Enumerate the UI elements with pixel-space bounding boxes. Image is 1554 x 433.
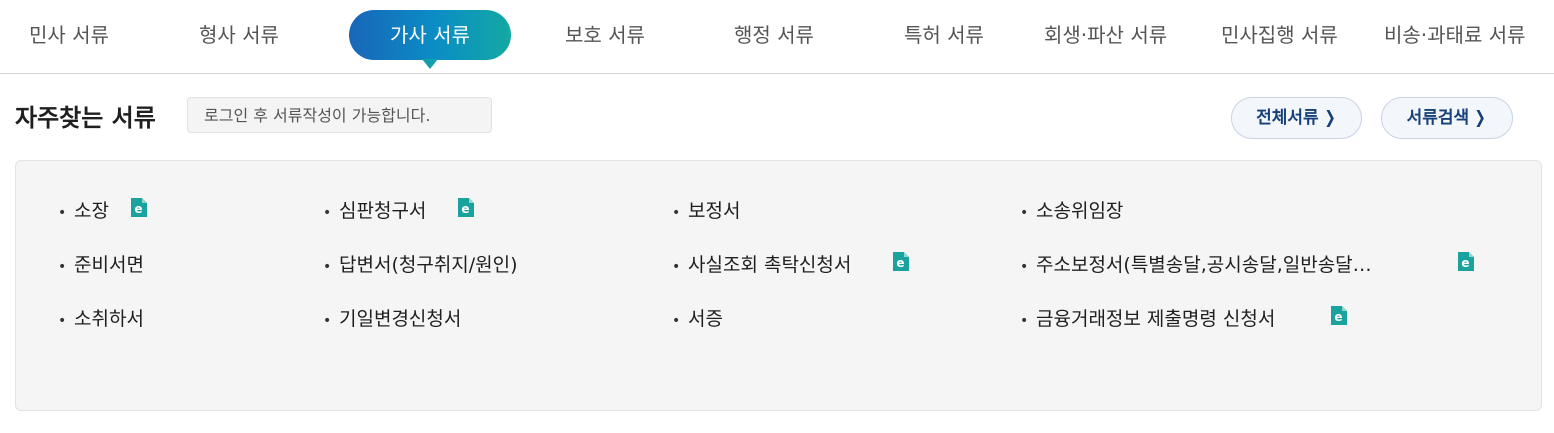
bullet: • [323, 259, 332, 275]
doc-label: 소취하서 [74, 308, 144, 330]
bullet: • [672, 259, 681, 275]
svg-text:e: e [896, 256, 904, 270]
tab-rehabilitation-bankruptcy[interactable]: 회생·파산 서류 [1044, 10, 1167, 60]
electronic-form-icon[interactable]: e [130, 198, 147, 217]
search-documents-label: 서류검색 [1406, 108, 1470, 128]
document-category-tabs: 민사 서류 형사 서류 가사 서류 보호 서류 행정 서류 특허 서류 회생·파… [0, 0, 1554, 74]
bullet: • [1020, 205, 1029, 221]
doc-item[interactable]: • 사실조회 촉탁신청서 [672, 250, 851, 280]
bullet: • [58, 259, 67, 275]
doc-label: 기일변경신청서 [339, 308, 462, 330]
doc-label: 답변서(청구취지/원인) [339, 254, 518, 276]
bullet: • [1020, 259, 1029, 275]
doc-label: 준비서면 [74, 254, 144, 276]
login-notice: 로그인 후 서류작성이 가능합니다. [187, 97, 492, 133]
all-documents-label: 전체서류 [1256, 108, 1319, 128]
doc-item[interactable]: • 답변서(청구취지/원인) [323, 250, 518, 280]
doc-label: 금융거래정보 제출명령 신청서 [1036, 308, 1276, 330]
chevron-right-icon: ❯ [1474, 108, 1486, 128]
bullet: • [1020, 313, 1029, 329]
bullet: • [672, 205, 681, 221]
section-title: 자주찾는 서류 [15, 104, 156, 132]
doc-label: 사실조회 촉탁신청서 [688, 254, 852, 276]
tab-family[interactable]: 가사 서류 [349, 10, 511, 69]
doc-label: 심판청구서 [339, 200, 427, 222]
doc-label: 보정서 [688, 200, 741, 222]
doc-item[interactable]: • 준비서면 [58, 250, 144, 280]
bullet: • [58, 313, 67, 329]
search-documents-button[interactable]: 서류검색 ❯ [1381, 97, 1513, 139]
tab-civil-execution[interactable]: 민사집행 서류 [1221, 10, 1338, 60]
tab-criminal[interactable]: 형사 서류 [199, 10, 279, 60]
doc-item[interactable]: • 소취하서 [58, 304, 144, 334]
bullet: • [58, 205, 67, 221]
frequent-documents-panel: • 소장 e • 심판청구서 e • 보정서 • 소송위임장 • 준비서면 • 답변서(청구… [15, 160, 1542, 411]
doc-item[interactable]: • 소장 [58, 196, 109, 226]
tab-patent[interactable]: 특허 서류 [904, 10, 984, 60]
bullet: • [672, 313, 681, 329]
all-documents-button[interactable]: 전체서류 ❯ [1231, 97, 1362, 139]
doc-label: 소장 [74, 200, 109, 222]
doc-item[interactable]: • 주소보정서(특별송달,공시송달,일반송달… [1020, 250, 1430, 280]
svg-text:e: e [1461, 256, 1469, 270]
doc-label: 소송위임장 [1036, 200, 1124, 222]
doc-item[interactable]: • 기일변경신청서 [323, 304, 461, 334]
svg-text:e: e [134, 202, 142, 216]
electronic-form-icon[interactable]: e [1457, 252, 1474, 271]
tab-administrative[interactable]: 행정 서류 [734, 10, 814, 60]
electronic-form-icon[interactable]: e [1330, 306, 1347, 325]
doc-label: 서증 [688, 308, 723, 330]
tab-non-contentious-fine[interactable]: 비송·과태료 서류 [1384, 10, 1526, 60]
doc-item[interactable]: • 금융거래정보 제출명령 신청서 [1020, 304, 1275, 334]
svg-text:e: e [1334, 310, 1342, 324]
chevron-right-icon: ❯ [1324, 108, 1336, 128]
electronic-form-icon[interactable]: e [892, 252, 909, 271]
bullet: • [323, 313, 332, 329]
doc-item[interactable]: • 심판청구서 [323, 196, 426, 226]
doc-item[interactable]: • 보정서 [672, 196, 740, 226]
doc-item[interactable]: • 소송위임장 [1020, 196, 1123, 226]
electronic-form-icon[interactable]: e [457, 198, 474, 217]
svg-text:e: e [461, 202, 469, 216]
doc-item[interactable]: • 서증 [672, 304, 723, 334]
bullet: • [323, 205, 332, 221]
tab-protection[interactable]: 보호 서류 [565, 10, 645, 60]
doc-label: 주소보정서(특별송달,공시송달,일반송달… [1036, 254, 1372, 276]
tab-civil[interactable]: 민사 서류 [29, 10, 109, 60]
